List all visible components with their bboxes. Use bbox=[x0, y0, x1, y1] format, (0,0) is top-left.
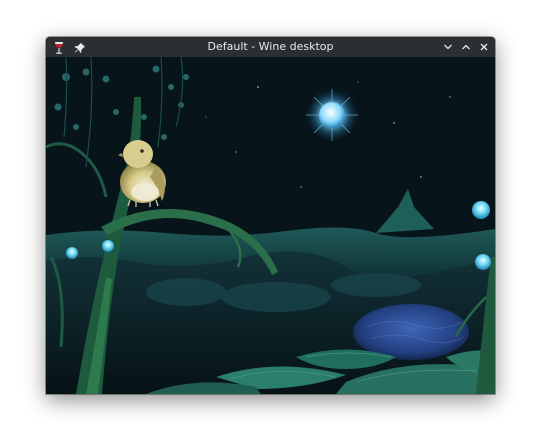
window-title: Default - Wine desktop bbox=[207, 40, 334, 53]
desktop-wallpaper[interactable] bbox=[46, 57, 495, 394]
chevron-down-icon bbox=[443, 44, 452, 49]
title-bar[interactable]: Default - Wine desktop bbox=[46, 37, 495, 57]
close-icon bbox=[480, 43, 487, 50]
close-button[interactable] bbox=[476, 38, 491, 55]
moon bbox=[304, 87, 360, 143]
chevron-up-icon bbox=[461, 44, 470, 49]
wine-desktop-window: Default - Wine desktop bbox=[46, 37, 495, 394]
minimize-button[interactable] bbox=[440, 38, 455, 55]
maximize-button[interactable] bbox=[458, 38, 473, 55]
